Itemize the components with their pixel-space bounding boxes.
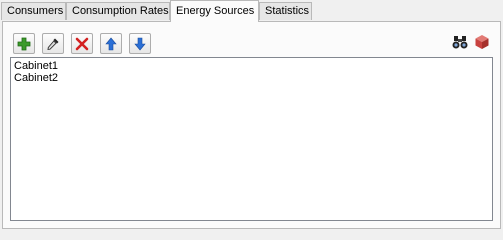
list-item[interactable]: Cabinet2 (14, 72, 489, 84)
move-up-button[interactable] (100, 33, 122, 54)
energy-sources-panel: Cabinet1 Cabinet2 (2, 21, 501, 229)
object-button[interactable] (473, 34, 491, 52)
energy-sources-list[interactable]: Cabinet1 Cabinet2 (10, 57, 493, 221)
tab-statistics[interactable]: Statistics (259, 2, 312, 20)
binoculars-button[interactable] (451, 34, 469, 52)
arrow-up-icon (104, 37, 118, 51)
plus-icon (17, 37, 31, 51)
arrow-down-icon (133, 37, 147, 51)
tab-consumers[interactable]: Consumers (1, 2, 66, 20)
eyedropper-icon (46, 37, 60, 51)
tab-consumption-rates[interactable]: Consumption Rates (66, 2, 170, 20)
tab-bar: Consumers Consumption Rates Energy Sourc… (0, 0, 503, 22)
eyedropper-button[interactable] (42, 33, 64, 54)
binoculars-icon (452, 34, 468, 53)
add-button[interactable] (13, 33, 35, 54)
red-cube-icon (474, 34, 490, 53)
list-item[interactable]: Cabinet1 (14, 60, 489, 72)
move-down-button[interactable] (129, 33, 151, 54)
red-x-icon (75, 37, 89, 51)
delete-button[interactable] (71, 33, 93, 54)
tab-energy-sources[interactable]: Energy Sources (170, 0, 259, 22)
